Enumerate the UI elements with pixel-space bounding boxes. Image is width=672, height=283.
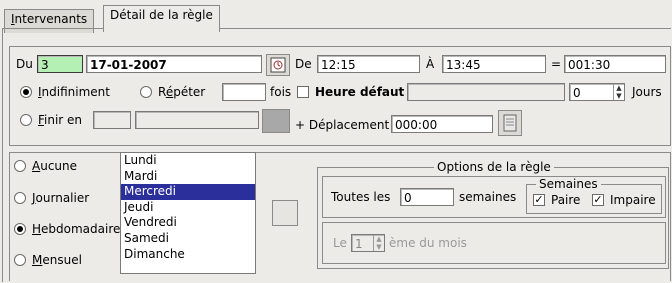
a-label: À xyxy=(426,57,435,71)
options-title: Options de la règle xyxy=(434,160,554,174)
tab-detail-label: Détail de la règle xyxy=(110,8,213,22)
le-value: 1 xyxy=(355,237,363,251)
day-list-item[interactable]: Jeudi xyxy=(121,200,255,216)
du-date-value: 17-01-2007 xyxy=(90,58,167,72)
semaines-label: semaines xyxy=(459,190,517,204)
day-list-item[interactable]: Vendredi xyxy=(121,215,255,231)
finir-calendar-button[interactable] xyxy=(262,109,290,133)
aucune-radio[interactable] xyxy=(14,160,26,172)
impaire-checkbox[interactable]: ✓ xyxy=(592,194,604,206)
duree-input[interactable]: 001:30 xyxy=(564,55,666,73)
days-list[interactable]: Lundi Mardi Mercredi Jeudi Vendredi Samedi Dim… xyxy=(120,152,256,274)
calendar-button[interactable] xyxy=(266,54,290,76)
mensuel-label: Mensuel xyxy=(32,253,82,267)
eme-du-mois-label: ème du mois xyxy=(389,236,467,250)
tab-detail-regle[interactable]: Détail de la règle xyxy=(103,5,220,32)
le-spinner[interactable]: ▲ ▼ xyxy=(373,235,384,251)
impaire-label: Impaire xyxy=(610,193,656,207)
finir-date-input[interactable] xyxy=(135,111,259,129)
hebdomadaire-label: Hebdomadaire xyxy=(32,222,121,236)
journalier-label: Journalier xyxy=(32,191,90,205)
notepad-icon xyxy=(503,114,517,132)
journalier-radio[interactable] xyxy=(14,192,26,204)
day-list-item[interactable]: Lundi xyxy=(121,153,255,169)
de-time-input[interactable]: 12:15 xyxy=(317,55,420,73)
finir-en-radio[interactable] xyxy=(20,114,32,126)
aucune-label: Aucune xyxy=(32,159,78,173)
heure-defaut-label: Heure défaut xyxy=(315,85,405,99)
du-date-input[interactable]: 17-01-2007 xyxy=(86,55,262,73)
de-label: De xyxy=(295,57,312,71)
mensuel-radio[interactable] xyxy=(14,254,26,266)
repeter-input[interactable] xyxy=(222,83,266,101)
deplacement-input[interactable]: 000:00 xyxy=(391,115,493,133)
jours-spinner[interactable]: ▲ ▼ xyxy=(613,84,624,100)
jours-label: Jours xyxy=(632,85,662,99)
deplacement-label: + Déplacement xyxy=(295,118,390,132)
jours-value: 0 xyxy=(573,86,581,100)
repeter-radio[interactable] xyxy=(140,86,152,98)
day-list-item[interactable]: Mercredi xyxy=(121,184,255,200)
deplacement-button[interactable] xyxy=(498,110,522,136)
a-time-input[interactable]: 13:45 xyxy=(442,55,546,73)
day-list-item[interactable]: Samedi xyxy=(121,231,255,247)
equals-label: = xyxy=(551,57,562,71)
finir-num-input[interactable] xyxy=(93,111,131,129)
repeter-label: Répéter xyxy=(158,85,206,99)
le-label: Le xyxy=(333,236,347,250)
day-list-item[interactable]: Dimanche xyxy=(121,247,255,263)
heure-defaut-checkbox[interactable] xyxy=(297,86,309,98)
paire-label: Paire xyxy=(551,193,581,207)
apply-button[interactable] xyxy=(272,200,298,226)
tab-intervenants-label: Intervenants xyxy=(11,12,88,26)
du-label: Du xyxy=(16,57,33,71)
toutes-input[interactable]: 0 xyxy=(400,188,454,206)
hebdomadaire-radio[interactable] xyxy=(14,223,26,235)
du-day-input[interactable]: 3 xyxy=(37,55,83,73)
day-list-item[interactable]: Mardi xyxy=(121,169,255,185)
finir-en-label: Finir en xyxy=(38,113,83,127)
heure-defaut-input[interactable] xyxy=(407,83,565,101)
calendar-icon xyxy=(270,57,286,73)
semaines-group-title: Semaines xyxy=(536,177,601,191)
toutes-label: Toutes les xyxy=(331,190,391,204)
indefiniment-radio[interactable] xyxy=(20,86,32,98)
fois-label: fois xyxy=(270,85,292,99)
indefiniment-label: Indifiniment xyxy=(38,85,110,99)
paire-checkbox[interactable]: ✓ xyxy=(533,194,545,206)
